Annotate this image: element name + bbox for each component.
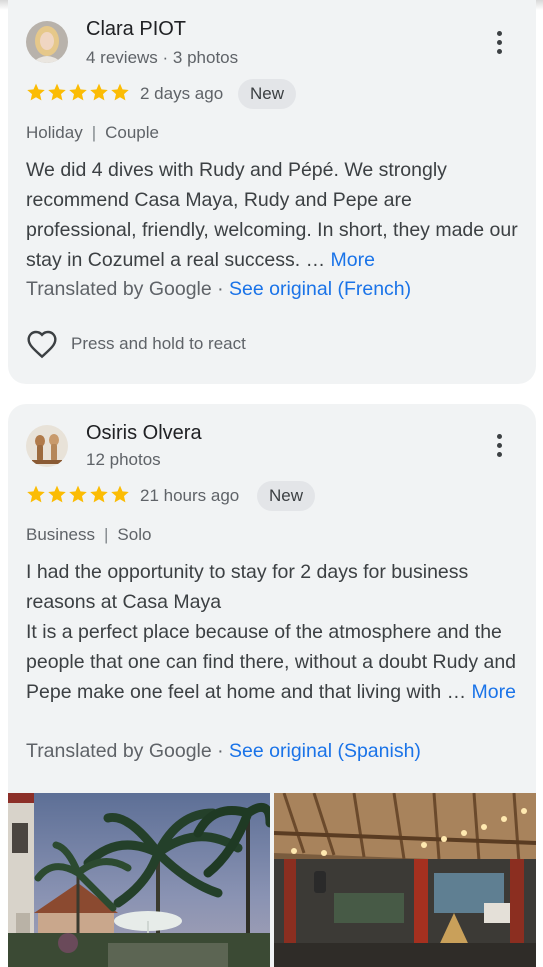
star-icon <box>48 485 66 503</box>
star-icon <box>90 485 108 503</box>
translated-label: Translated by Google · <box>26 740 230 762</box>
star-icon <box>69 83 87 101</box>
trip-group: Couple <box>105 123 159 142</box>
review-photo[interactable] <box>8 793 270 967</box>
star-icon <box>48 83 66 101</box>
review-time: 2 days ago <box>140 84 224 103</box>
see-original-link[interactable]: See original (Spanish) <box>229 740 421 762</box>
star-icon <box>111 485 129 503</box>
reviewer-name[interactable]: Clara PIOT <box>86 18 186 41</box>
trip-tags: Business | Solo <box>26 525 151 545</box>
star-icon <box>27 83 45 101</box>
translation-note: Translated by Google · See original (Spa… <box>26 740 421 763</box>
review-time: 21 hours ago <box>140 486 240 505</box>
review-text-body: It is a perfect place because of the atm… <box>26 621 517 703</box>
review-text: We did 4 dives with Rudy and Pépé. We st… <box>26 155 526 275</box>
star-icon <box>27 485 45 503</box>
star-rating <box>26 82 130 104</box>
review-text: I had the opportunity to stay for 2 days… <box>26 557 526 707</box>
heart-icon <box>27 330 57 359</box>
react-label: Press and hold to react <box>71 334 246 353</box>
translation-note: Translated by Google · See original (Fre… <box>26 278 411 301</box>
avatar[interactable] <box>26 21 68 63</box>
review-photo[interactable] <box>274 793 536 967</box>
review-card: Osiris Olvera 12 photos 21 hours ago New… <box>8 404 536 967</box>
new-badge: New <box>238 79 297 109</box>
reviewer-name[interactable]: Osiris Olvera <box>86 422 202 445</box>
tag-separator: | <box>91 123 97 142</box>
more-options-button[interactable] <box>488 431 512 461</box>
star-icon <box>111 83 129 101</box>
review-card: Clara PIOT 4 reviews · 3 photos 2 days a… <box>8 0 536 384</box>
trip-tags: Holiday | Couple <box>26 123 159 143</box>
trip-type: Holiday <box>26 123 83 142</box>
tag-separator: | <box>103 525 109 544</box>
see-original-link[interactable]: See original (French) <box>229 278 411 300</box>
star-icon <box>90 83 108 101</box>
more-link[interactable]: More <box>331 249 375 271</box>
new-badge: New <box>257 481 316 511</box>
reviewer-meta: 12 photos <box>86 450 161 469</box>
review-text-paragraph: It is a perfect place because of the atm… <box>26 617 526 707</box>
more-link[interactable]: More <box>472 681 516 703</box>
trip-group: Solo <box>117 525 152 544</box>
reviewer-meta: 4 reviews · 3 photos <box>86 48 239 67</box>
trip-type: Business <box>26 525 95 544</box>
review-text-body: We did 4 dives with Rudy and Pépé. We st… <box>26 159 518 271</box>
star-icon <box>69 485 87 503</box>
more-options-button[interactable] <box>488 28 512 58</box>
translated-label: Translated by Google · <box>26 278 230 300</box>
react-button[interactable]: Press and hold to react <box>26 328 246 360</box>
review-text-paragraph: I had the opportunity to stay for 2 days… <box>26 561 469 613</box>
star-rating <box>26 484 130 506</box>
avatar[interactable] <box>26 425 68 467</box>
